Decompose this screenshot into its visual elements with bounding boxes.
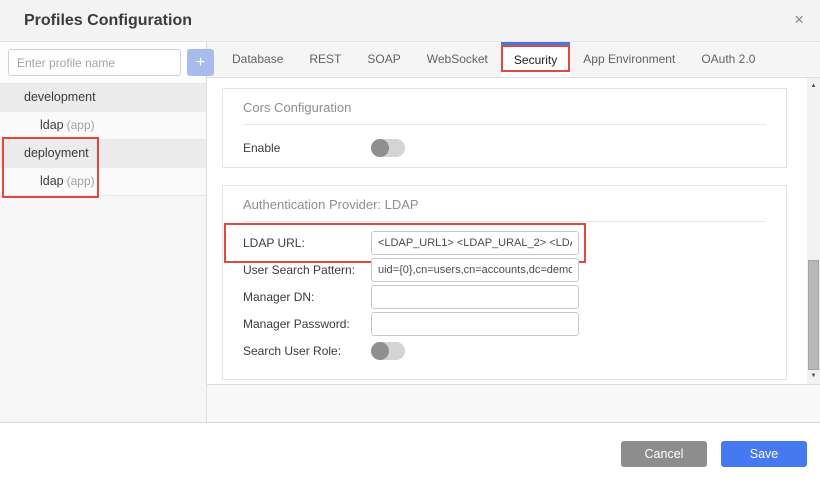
manager-password-input[interactable] — [371, 312, 579, 336]
profile-name-input[interactable] — [8, 49, 181, 76]
profile-label: deployment — [24, 146, 89, 160]
profile-create-bar: + — [0, 42, 206, 84]
app-suffix: (app) — [67, 174, 95, 188]
profile-label: development — [24, 90, 96, 104]
vertical-scrollbar[interactable]: ▲ ▼ — [807, 78, 820, 384]
sidebar-item-ldap-app-deployment[interactable]: ldap(app) — [0, 168, 206, 196]
scrollbar-thumb[interactable] — [808, 260, 819, 370]
sidebar-item-deployment[interactable]: deployment — [0, 140, 206, 168]
dialog-header: Profiles Configuration × — [0, 0, 820, 42]
content-footer-strip — [207, 384, 820, 422]
tab-oauth[interactable]: OAuth 2.0 — [688, 42, 768, 77]
cors-enable-row: Enable — [243, 138, 766, 158]
tab-security-label: Security — [514, 53, 557, 67]
profile-list: development ldap(app) deployment ldap(ap… — [0, 84, 206, 196]
ldap-url-input[interactable] — [371, 231, 579, 255]
toggle-knob — [371, 139, 389, 157]
section-divider — [243, 124, 766, 125]
cors-enable-toggle[interactable] — [371, 139, 405, 157]
scroll-up-icon[interactable]: ▲ — [807, 80, 820, 92]
settings-tabbar: Database REST SOAP WebSocket Security Ap… — [207, 42, 820, 78]
search-user-role-toggle[interactable] — [371, 342, 405, 360]
sidebar-item-development[interactable]: development — [0, 84, 206, 112]
cors-configuration-section: Cors Configuration Enable — [222, 88, 787, 168]
search-user-role-row: Search User Role: — [243, 339, 766, 363]
app-label: ldap — [40, 174, 64, 188]
manager-dn-input[interactable] — [371, 285, 579, 309]
tab-websocket[interactable]: WebSocket — [414, 42, 501, 77]
manager-dn-row: Manager DN: — [243, 285, 766, 309]
add-profile-button[interactable]: + — [187, 49, 214, 76]
tab-soap[interactable]: SOAP — [354, 42, 413, 77]
scroll-down-icon[interactable]: ▼ — [807, 370, 820, 382]
close-icon[interactable]: × — [794, 11, 804, 28]
tab-app-environment[interactable]: App Environment — [570, 42, 688, 77]
ldap-provider-section: Authentication Provider: LDAP LDAP URL: … — [222, 185, 787, 380]
ldap-url-row: LDAP URL: — [243, 231, 766, 255]
tab-rest[interactable]: REST — [296, 42, 354, 77]
dialog-body: + development ldap(app) deployment ldap(… — [0, 42, 820, 422]
dialog-footer: Cancel Save — [0, 422, 820, 480]
security-settings-pane: Cors Configuration Enable Authentication… — [207, 78, 820, 384]
profiles-configuration-dialog: Profiles Configuration × + development l… — [0, 0, 820, 480]
toggle-knob — [371, 342, 389, 360]
cancel-button[interactable]: Cancel — [621, 441, 707, 467]
profiles-sidebar: + development ldap(app) deployment ldap(… — [0, 42, 207, 422]
enable-label: Enable — [243, 141, 371, 155]
app-label: ldap — [40, 118, 64, 132]
app-suffix: (app) — [67, 118, 95, 132]
section-title-cors: Cors Configuration — [243, 100, 766, 115]
settings-content: Database REST SOAP WebSocket Security Ap… — [207, 42, 820, 422]
ldap-url-label: LDAP URL: — [243, 236, 371, 250]
search-user-role-label: Search User Role: — [243, 344, 371, 358]
save-button[interactable]: Save — [721, 441, 807, 467]
user-search-pattern-label: User Search Pattern: — [243, 263, 371, 277]
tab-security[interactable]: Security — [501, 42, 570, 77]
page-title: Profiles Configuration — [0, 0, 820, 41]
ldap-form: LDAP URL: User Search Pattern: Manager D… — [243, 231, 766, 363]
manager-password-row: Manager Password: — [243, 312, 766, 336]
section-title-ldap: Authentication Provider: LDAP — [243, 197, 766, 212]
section-divider — [243, 221, 766, 222]
manager-dn-label: Manager DN: — [243, 290, 371, 304]
user-search-pattern-input[interactable] — [371, 258, 579, 282]
manager-password-label: Manager Password: — [243, 317, 371, 331]
user-search-pattern-row: User Search Pattern: — [243, 258, 766, 282]
tab-database[interactable]: Database — [219, 42, 296, 77]
sidebar-item-ldap-app-development[interactable]: ldap(app) — [0, 112, 206, 140]
